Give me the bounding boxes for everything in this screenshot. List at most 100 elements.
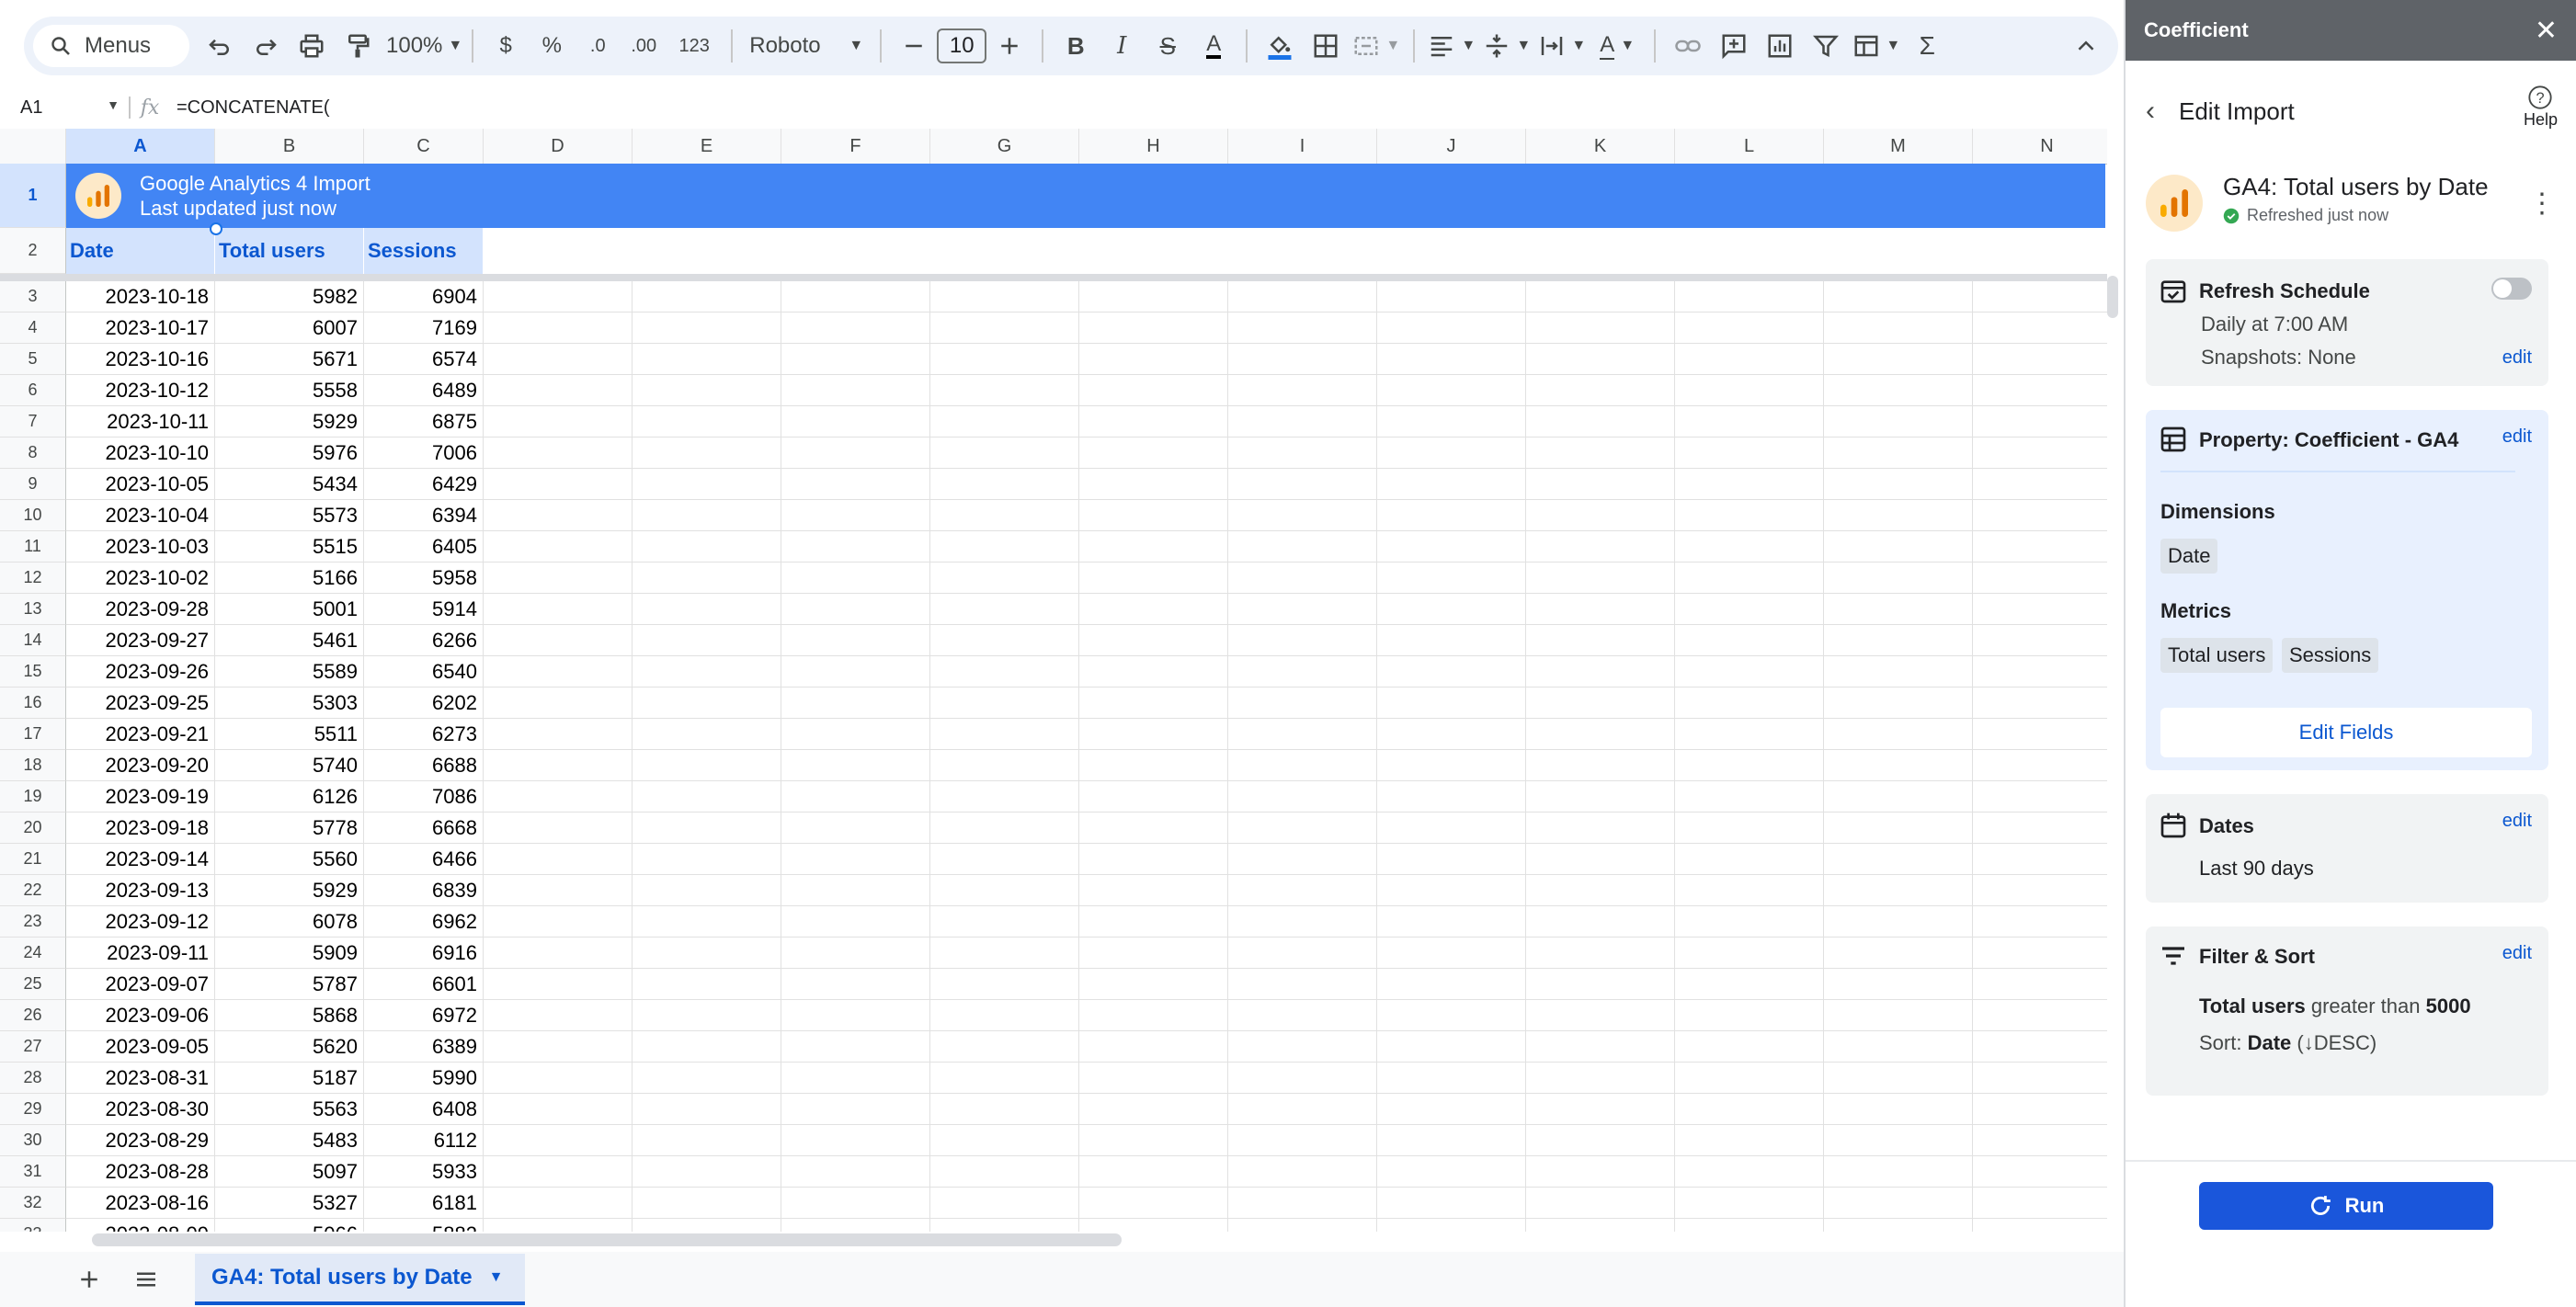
empty-cell[interactable] bbox=[1526, 1188, 1675, 1219]
empty-cell[interactable] bbox=[1824, 813, 1973, 844]
currency-format-button[interactable]: $ bbox=[483, 23, 529, 69]
empty-cell[interactable] bbox=[930, 1219, 1079, 1232]
empty-cell[interactable] bbox=[484, 281, 633, 313]
row-header[interactable]: 9 bbox=[0, 469, 66, 500]
empty-cell[interactable] bbox=[1824, 406, 1973, 438]
empty-cell[interactable] bbox=[1228, 781, 1377, 813]
empty-cell[interactable] bbox=[1228, 563, 1377, 594]
row-header[interactable]: 29 bbox=[0, 1094, 66, 1125]
row-header[interactable]: 32 bbox=[0, 1188, 66, 1219]
empty-cell[interactable] bbox=[484, 375, 633, 406]
empty-cell[interactable] bbox=[1675, 594, 1824, 625]
empty-cell[interactable] bbox=[633, 1000, 781, 1031]
cell-total-users[interactable]: 5778 bbox=[215, 813, 364, 844]
increase-decimal-button[interactable]: .00 bbox=[621, 23, 667, 69]
empty-cell[interactable] bbox=[633, 969, 781, 1000]
empty-cell[interactable] bbox=[484, 1125, 633, 1156]
refresh-edit-link[interactable]: edit bbox=[2502, 347, 2532, 369]
empty-cell[interactable] bbox=[1973, 563, 2107, 594]
empty-cell[interactable] bbox=[1079, 594, 1228, 625]
empty-cell[interactable] bbox=[781, 625, 930, 656]
empty-cell[interactable] bbox=[484, 531, 633, 563]
column-header[interactable]: M bbox=[1824, 129, 1973, 164]
empty-cell[interactable] bbox=[1675, 781, 1824, 813]
empty-cell[interactable] bbox=[484, 875, 633, 906]
undo-button[interactable] bbox=[197, 23, 243, 69]
row-header[interactable]: 1 bbox=[0, 164, 66, 228]
empty-cell[interactable] bbox=[1377, 813, 1526, 844]
empty-cell[interactable] bbox=[1377, 750, 1526, 781]
empty-cell[interactable] bbox=[1079, 719, 1228, 750]
empty-cell[interactable] bbox=[633, 1094, 781, 1125]
empty-cell[interactable] bbox=[781, 1125, 930, 1156]
cell-total-users[interactable]: 5671 bbox=[215, 344, 364, 375]
cell-date[interactable]: 2023-10-11 bbox=[66, 406, 215, 438]
empty-cell[interactable] bbox=[1079, 375, 1228, 406]
cell-date[interactable]: 2023-08-31 bbox=[66, 1063, 215, 1094]
empty-cell[interactable] bbox=[1526, 688, 1675, 719]
empty-cell[interactable] bbox=[1973, 938, 2107, 969]
italic-button[interactable]: I bbox=[1099, 23, 1145, 69]
empty-cell[interactable] bbox=[930, 563, 1079, 594]
cell-sessions[interactable]: 6839 bbox=[364, 875, 484, 906]
empty-cell[interactable] bbox=[484, 969, 633, 1000]
name-box[interactable]: A1 ▼ bbox=[0, 97, 129, 119]
empty-cell[interactable] bbox=[633, 688, 781, 719]
font-size-decrease-button[interactable] bbox=[891, 23, 937, 69]
row-header[interactable]: 7 bbox=[0, 406, 66, 438]
empty-cell[interactable] bbox=[1228, 313, 1377, 344]
empty-cell[interactable] bbox=[484, 813, 633, 844]
cell-total-users[interactable]: 6007 bbox=[215, 313, 364, 344]
cell-sessions[interactable]: 6540 bbox=[364, 656, 484, 688]
back-arrow-icon[interactable]: ‹ bbox=[2146, 96, 2155, 127]
empty-cell[interactable] bbox=[1526, 500, 1675, 531]
empty-cell[interactable] bbox=[930, 813, 1079, 844]
empty-cell[interactable] bbox=[1973, 781, 2107, 813]
empty-cell[interactable] bbox=[1377, 375, 1526, 406]
cell-sessions[interactable]: 7086 bbox=[364, 781, 484, 813]
functions-button[interactable]: Σ bbox=[1904, 23, 1950, 69]
empty-cell[interactable] bbox=[1228, 469, 1377, 500]
empty-cell[interactable] bbox=[1675, 875, 1824, 906]
empty-cell[interactable] bbox=[1824, 1031, 1973, 1063]
empty-cell[interactable] bbox=[1079, 875, 1228, 906]
empty-cell[interactable] bbox=[1824, 1188, 1973, 1219]
cell-date[interactable]: 2023-09-26 bbox=[66, 656, 215, 688]
empty-cell[interactable] bbox=[1377, 344, 1526, 375]
cell-total-users[interactable]: 5787 bbox=[215, 969, 364, 1000]
empty-cell[interactable] bbox=[1377, 625, 1526, 656]
empty-cell[interactable] bbox=[1079, 563, 1228, 594]
import-banner[interactable]: Google Analytics 4 Import Last updated j… bbox=[66, 164, 2105, 228]
column-header[interactable]: B bbox=[215, 129, 364, 164]
empty-cell[interactable] bbox=[1526, 875, 1675, 906]
empty-cell[interactable] bbox=[1079, 844, 1228, 875]
empty-cell[interactable] bbox=[1526, 281, 1675, 313]
empty-cell[interactable] bbox=[633, 281, 781, 313]
empty-cell[interactable] bbox=[1228, 688, 1377, 719]
empty-cell[interactable] bbox=[1526, 813, 1675, 844]
empty-cell[interactable] bbox=[1228, 1156, 1377, 1188]
menus-search[interactable]: Menus bbox=[33, 25, 189, 67]
empty-cell[interactable] bbox=[1377, 438, 1526, 469]
empty-cell[interactable] bbox=[1377, 1031, 1526, 1063]
empty-cell[interactable] bbox=[1526, 719, 1675, 750]
empty-cell[interactable] bbox=[1973, 313, 2107, 344]
empty-cell[interactable] bbox=[930, 344, 1079, 375]
row-header[interactable]: 24 bbox=[0, 938, 66, 969]
empty-cell[interactable] bbox=[930, 1031, 1079, 1063]
empty-cell[interactable] bbox=[1973, 844, 2107, 875]
decrease-decimal-button[interactable]: .0 bbox=[575, 23, 621, 69]
cell-date[interactable]: 2023-09-19 bbox=[66, 781, 215, 813]
empty-cell[interactable] bbox=[1824, 375, 1973, 406]
empty-cell[interactable] bbox=[781, 750, 930, 781]
empty-cell[interactable] bbox=[1824, 844, 1973, 875]
row-header[interactable]: 11 bbox=[0, 531, 66, 563]
empty-cell[interactable] bbox=[930, 750, 1079, 781]
cell-total-users[interactable]: 5511 bbox=[215, 719, 364, 750]
add-sheet-button[interactable] bbox=[66, 1256, 112, 1302]
cell-sessions[interactable]: 6972 bbox=[364, 1000, 484, 1031]
cell-sessions[interactable]: 6266 bbox=[364, 625, 484, 656]
empty-cell[interactable] bbox=[930, 375, 1079, 406]
empty-cell[interactable] bbox=[1228, 1000, 1377, 1031]
row-header[interactable]: 28 bbox=[0, 1063, 66, 1094]
